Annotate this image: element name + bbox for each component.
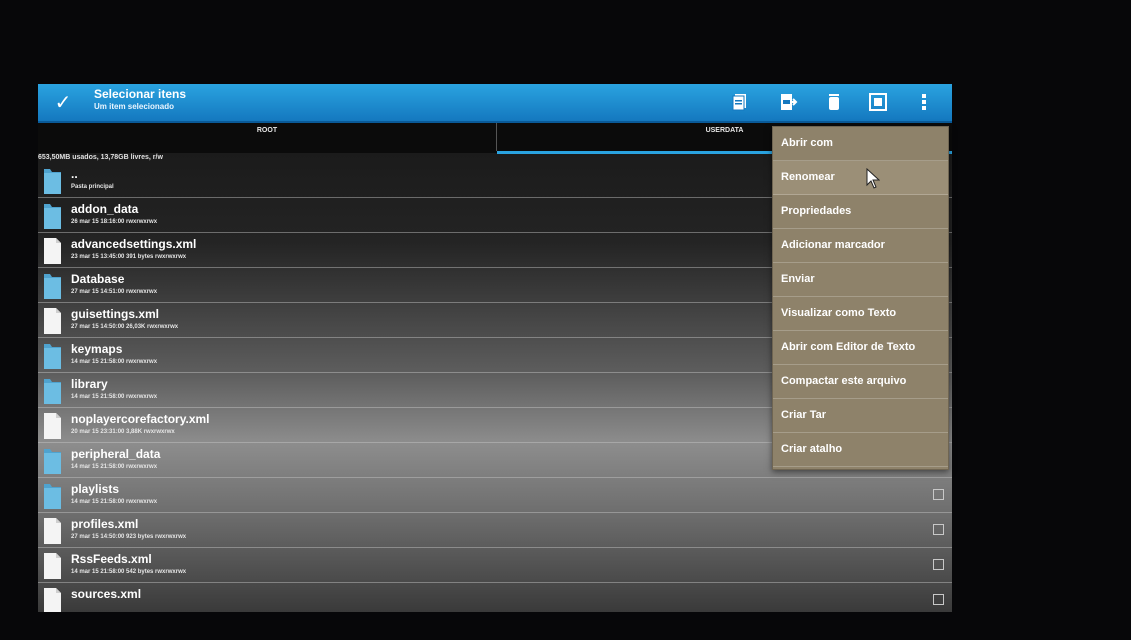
delete-icon[interactable] xyxy=(824,92,844,112)
file-icon xyxy=(43,237,62,265)
file-name: sources.xml xyxy=(71,587,142,601)
file-meta: 23 mar 15 13:45:00 391 bytes rwxrwxrwx xyxy=(71,254,187,260)
menu-item[interactable]: Enviar xyxy=(773,263,948,297)
action-bar: ✓ Selecionar itens Um item selecionado xyxy=(38,84,952,123)
file-row[interactable]: playlists 14 mar 15 21:58:00 rwxrwxrwx xyxy=(38,478,952,513)
file-meta: 27 mar 15 14:50:00 26,03K rwxrwxrwx xyxy=(71,324,179,330)
cut-icon[interactable] xyxy=(778,92,798,112)
overflow-menu-icon[interactable] xyxy=(914,92,934,112)
menu-item[interactable]: Criar Tar xyxy=(773,399,948,433)
file-name: addon_data xyxy=(71,202,139,216)
menu-item[interactable]: Renomear xyxy=(773,161,948,195)
menu-item[interactable]: Abrir com Editor de Texto xyxy=(773,331,948,365)
folder-icon xyxy=(43,447,62,475)
select-checkbox[interactable] xyxy=(933,489,944,500)
file-name: .. xyxy=(71,167,78,181)
file-icon xyxy=(43,552,62,580)
folder-icon xyxy=(43,167,62,195)
file-name: profiles.xml xyxy=(71,517,139,531)
action-bar-subtitle: Um item selecionado xyxy=(94,102,175,111)
file-meta: 14 mar 15 21:58:00 542 bytes rwxrwxrwx xyxy=(71,569,187,575)
file-row[interactable]: RssFeeds.xml 14 mar 15 21:58:00 542 bytes… xyxy=(38,548,952,583)
folder-icon xyxy=(43,377,62,405)
action-bar-title: Selecionar itens xyxy=(94,87,187,101)
folder-icon xyxy=(43,342,62,370)
file-meta: 27 mar 15 14:51:00 rwxrwxrwx xyxy=(71,289,158,295)
menu-item[interactable]: Propriedades xyxy=(773,195,948,229)
file-meta: 27 mar 15 14:50:00 923 bytes rwxrwxrwx xyxy=(71,534,187,540)
file-meta: Pasta principal xyxy=(71,184,114,190)
file-meta: 14 mar 15 21:58:00 rwxrwxrwx xyxy=(71,464,158,470)
folder-icon xyxy=(43,482,62,510)
file-meta: 14 mar 15 21:58:00 rwxrwxrwx xyxy=(71,359,158,365)
file-icon xyxy=(43,517,62,545)
file-name: playlists xyxy=(71,482,120,496)
file-name: noplayercorefactory.xml xyxy=(71,412,210,426)
folder-icon xyxy=(43,202,62,230)
folder-icon xyxy=(43,272,62,300)
file-icon xyxy=(43,587,62,612)
file-icon xyxy=(43,412,62,440)
file-meta: 14 mar 15 21:58:00 rwxrwxrwx xyxy=(71,499,158,505)
file-name: advancedsettings.xml xyxy=(71,237,197,251)
copy-icon[interactable] xyxy=(730,92,750,112)
tab-root[interactable]: ROOT xyxy=(38,123,497,151)
file-name: library xyxy=(71,377,108,391)
file-name: guisettings.xml xyxy=(71,307,160,321)
file-name: keymaps xyxy=(71,342,123,356)
mouse-cursor-icon xyxy=(866,168,880,189)
select-checkbox[interactable] xyxy=(933,524,944,535)
file-row[interactable]: profiles.xml 27 mar 15 14:50:00 923 bytes… xyxy=(38,513,952,548)
file-row[interactable]: sources.xml xyxy=(38,583,952,612)
menu-item[interactable]: Criar atalho xyxy=(773,433,948,467)
file-name: Database xyxy=(71,272,125,286)
menu-item[interactable]: Visualizar como Texto xyxy=(773,297,948,331)
select-checkbox[interactable] xyxy=(933,559,944,570)
file-meta: 26 mar 15 18:16:00 rwxrwxrwx xyxy=(71,219,158,225)
menu-item[interactable]: Compactar este arquivo xyxy=(773,365,948,399)
select-checkbox[interactable] xyxy=(933,594,944,605)
check-icon[interactable]: ✓ xyxy=(48,90,78,116)
file-name: peripheral_data xyxy=(71,447,161,461)
storage-info: 653,50MB usados, 13,78GB livres, r/w xyxy=(38,154,163,161)
select-all-icon[interactable] xyxy=(868,92,888,112)
file-meta: 14 mar 15 21:58:00 rwxrwxrwx xyxy=(71,394,158,400)
file-meta: 20 mar 15 23:31:00 3,88K rwxrwxrwx xyxy=(71,429,175,435)
context-menu: Abrir com Renomear Propriedades Adicionar m… xyxy=(772,126,949,470)
file-name: RssFeeds.xml xyxy=(71,552,152,566)
file-icon xyxy=(43,307,62,335)
menu-item[interactable]: Adicionar marcador xyxy=(773,229,948,263)
menu-item[interactable]: Abrir com xyxy=(773,127,948,161)
